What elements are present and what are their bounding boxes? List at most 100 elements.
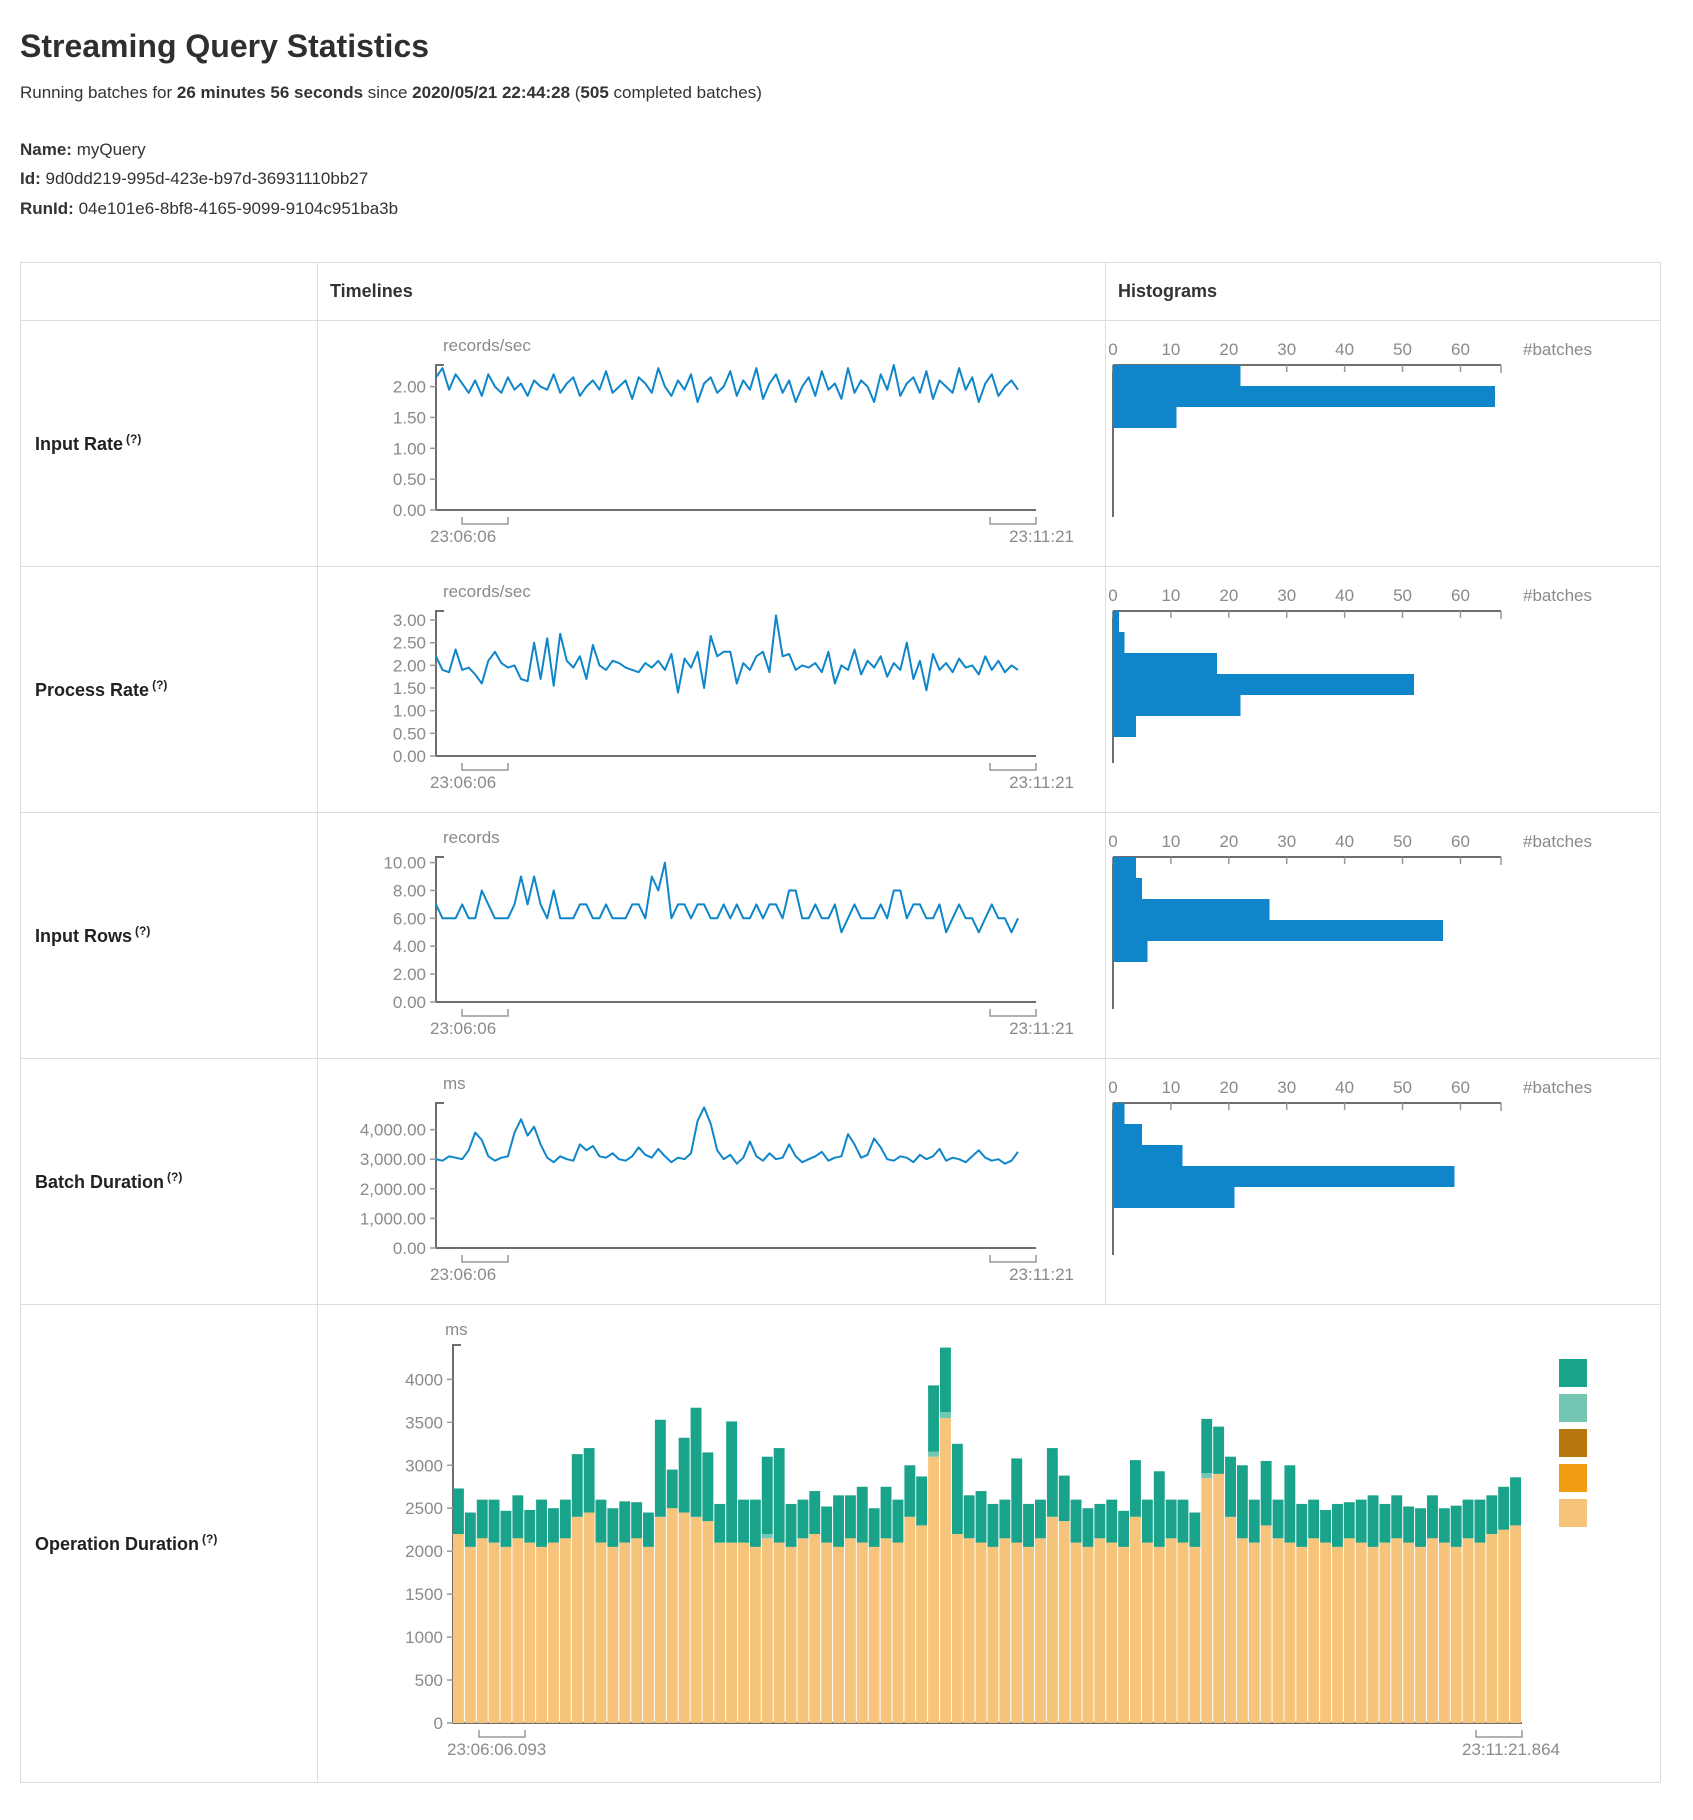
input-rows-histogram-chart: 0102030405060#batches bbox=[1106, 813, 1636, 1058]
operation-duration-help-tooltip[interactable]: (?) bbox=[202, 1532, 217, 1546]
histogram-bar bbox=[1113, 941, 1148, 962]
batch-duration-help-tooltip[interactable]: (?) bbox=[167, 1170, 182, 1184]
stacked-bar-bottom-segment bbox=[809, 1534, 820, 1723]
stacked-bar-bottom-segment bbox=[904, 1517, 915, 1723]
y-tick-label: 6.00 bbox=[393, 909, 426, 928]
stacked-bar-top-segment bbox=[1225, 1457, 1236, 1517]
stacked-bar-top-segment bbox=[643, 1513, 654, 1547]
histogram-bar bbox=[1113, 365, 1240, 386]
stacked-bar-bottom-segment bbox=[1237, 1538, 1248, 1723]
statistics-table: Timelines Histograms Input Rate(?) recor… bbox=[20, 262, 1661, 1783]
input-rate-histogram-chart: 0102030405060#batches bbox=[1106, 321, 1636, 566]
x-tick-label: 40 bbox=[1335, 1078, 1354, 1097]
legend-swatch-orange[interactable] bbox=[1559, 1464, 1587, 1492]
histogram-bar bbox=[1113, 632, 1125, 653]
stacked-bar-bottom-segment bbox=[845, 1538, 856, 1723]
x-tick-label: 30 bbox=[1277, 1078, 1296, 1097]
stacked-bar-bottom-segment bbox=[667, 1508, 678, 1723]
legend-swatch-teal[interactable] bbox=[1559, 1359, 1587, 1387]
stacked-bar-top-segment bbox=[1284, 1465, 1295, 1542]
y-axis-line bbox=[436, 857, 444, 1002]
stacked-bar-top-segment bbox=[702, 1452, 713, 1521]
legend-swatch-tan[interactable] bbox=[1559, 1499, 1587, 1527]
x-tick-label: 0 bbox=[1108, 1078, 1117, 1097]
stacked-bar-top-segment bbox=[584, 1448, 595, 1512]
legend-swatch-light_teal[interactable] bbox=[1559, 1394, 1587, 1422]
y-tick-label: 4.00 bbox=[393, 937, 426, 956]
input-rows-timeline-cell: records10.008.006.004.002.000.0023:06:06… bbox=[318, 813, 1106, 1059]
x-axis-end-bracket bbox=[1476, 1730, 1522, 1737]
y-tick-label: 1.50 bbox=[393, 679, 426, 698]
batches-axis-label: #batches bbox=[1523, 340, 1592, 359]
process-rate-histogram-chart: 0102030405060#batches bbox=[1106, 567, 1636, 812]
x-tick-label: 0 bbox=[1108, 832, 1117, 851]
query-metadata: Name: myQuery Id: 9d0dd219-995d-423e-b97… bbox=[20, 137, 1673, 222]
stacked-bar-bottom-segment bbox=[940, 1418, 951, 1723]
y-tick-label: 2,000.00 bbox=[360, 1180, 426, 1199]
y-tick-label: 2000 bbox=[405, 1542, 443, 1561]
x-end-label: 23:11:21 bbox=[1009, 773, 1074, 792]
y-tick-label: 4000 bbox=[405, 1370, 443, 1389]
stacked-bar-top-segment bbox=[1344, 1502, 1355, 1538]
process-rate-help-tooltip[interactable]: (?) bbox=[152, 678, 167, 692]
stacked-bar-bottom-segment bbox=[714, 1543, 725, 1723]
histogram-bar bbox=[1113, 899, 1269, 920]
stacked-bar-bottom-segment bbox=[1094, 1538, 1105, 1723]
x-tick-label: 20 bbox=[1219, 1078, 1238, 1097]
y-axis-unit-label: records bbox=[443, 828, 500, 847]
stacked-bar-top-segment bbox=[1083, 1508, 1094, 1547]
stacked-bar-bottom-segment bbox=[1083, 1547, 1094, 1723]
query-name-line: Name: myQuery bbox=[20, 137, 1673, 163]
stacked-bar-top-segment bbox=[655, 1420, 666, 1517]
stacked-bar-top-segment bbox=[1023, 1504, 1034, 1547]
input-rate-help-tooltip[interactable]: (?) bbox=[126, 432, 141, 446]
input-rate-timeline-cell: records/sec2.001.501.000.500.0023:06:062… bbox=[318, 321, 1106, 567]
stacked-bar-bottom-segment bbox=[1463, 1538, 1474, 1723]
stacked-bar-top-segment bbox=[1249, 1500, 1260, 1543]
stacked-bar-top-segment bbox=[750, 1500, 761, 1547]
batches-axis-label: #batches bbox=[1523, 586, 1592, 605]
stacked-bar-bottom-segment bbox=[1344, 1538, 1355, 1723]
stacked-bar-top-segment bbox=[453, 1488, 464, 1534]
stacked-bar-bottom-segment bbox=[1130, 1517, 1141, 1723]
stacked-bar-top-segment bbox=[1320, 1510, 1331, 1543]
stacked-bar-bottom-segment bbox=[655, 1517, 666, 1723]
y-axis-unit-label: ms bbox=[443, 1074, 466, 1093]
stacked-bar-bottom-segment bbox=[501, 1547, 512, 1723]
process-rate-label-text: Process Rate bbox=[35, 680, 149, 700]
query-runid-label: RunId: bbox=[20, 199, 74, 218]
input-rows-help-tooltip[interactable]: (?) bbox=[135, 924, 150, 938]
stacked-bar-top-segment bbox=[1047, 1448, 1058, 1517]
operation-duration-label: Operation Duration(?) bbox=[21, 1305, 318, 1783]
stacked-bar-top-segment bbox=[1071, 1500, 1082, 1543]
stacked-bar-bottom-segment bbox=[726, 1543, 737, 1723]
stacked-bar-top-segment bbox=[1273, 1500, 1284, 1539]
stacked-bar-bottom-segment bbox=[1486, 1534, 1497, 1723]
y-tick-label: 0 bbox=[434, 1714, 443, 1733]
stacked-bar-top-segment bbox=[762, 1457, 773, 1534]
histogram-bar bbox=[1113, 674, 1414, 695]
stacked-bar-bottom-segment bbox=[1047, 1517, 1058, 1723]
stacked-bar-top-segment bbox=[1368, 1495, 1379, 1547]
stacked-bar-bottom-segment bbox=[1308, 1538, 1319, 1723]
legend-swatch-dark_gold[interactable] bbox=[1559, 1429, 1587, 1457]
stacked-bar-bottom-segment bbox=[988, 1547, 999, 1723]
stacked-bar-bottom-segment bbox=[1142, 1543, 1153, 1723]
x-tick-label: 60 bbox=[1451, 340, 1470, 359]
x-tick-label: 20 bbox=[1219, 340, 1238, 359]
y-tick-label: 2.00 bbox=[393, 965, 426, 984]
x-axis-end-bracket bbox=[990, 1255, 1036, 1262]
x-tick-label: 50 bbox=[1393, 340, 1412, 359]
stacked-bar-top-segment bbox=[988, 1504, 999, 1547]
batch-duration-histogram-chart: 0102030405060#batches bbox=[1106, 1059, 1636, 1304]
y-tick-label: 3000 bbox=[405, 1456, 443, 1475]
stacked-bar-bottom-segment bbox=[999, 1538, 1010, 1723]
stacked-bar-bottom-segment bbox=[1320, 1543, 1331, 1723]
stacked-bar-top-segment bbox=[774, 1448, 785, 1543]
query-runid-value: 04e101e6-8bf8-4165-9099-9104c951ba3b bbox=[79, 199, 399, 218]
summary-mid1: since bbox=[363, 83, 412, 102]
x-tick-label: 20 bbox=[1219, 586, 1238, 605]
y-axis-unit-label: records/sec bbox=[443, 336, 531, 355]
stacked-bar-bottom-segment bbox=[596, 1543, 607, 1723]
batch-duration-timeline-chart: ms4,000.003,000.002,000.001,000.000.0023… bbox=[318, 1059, 1081, 1304]
